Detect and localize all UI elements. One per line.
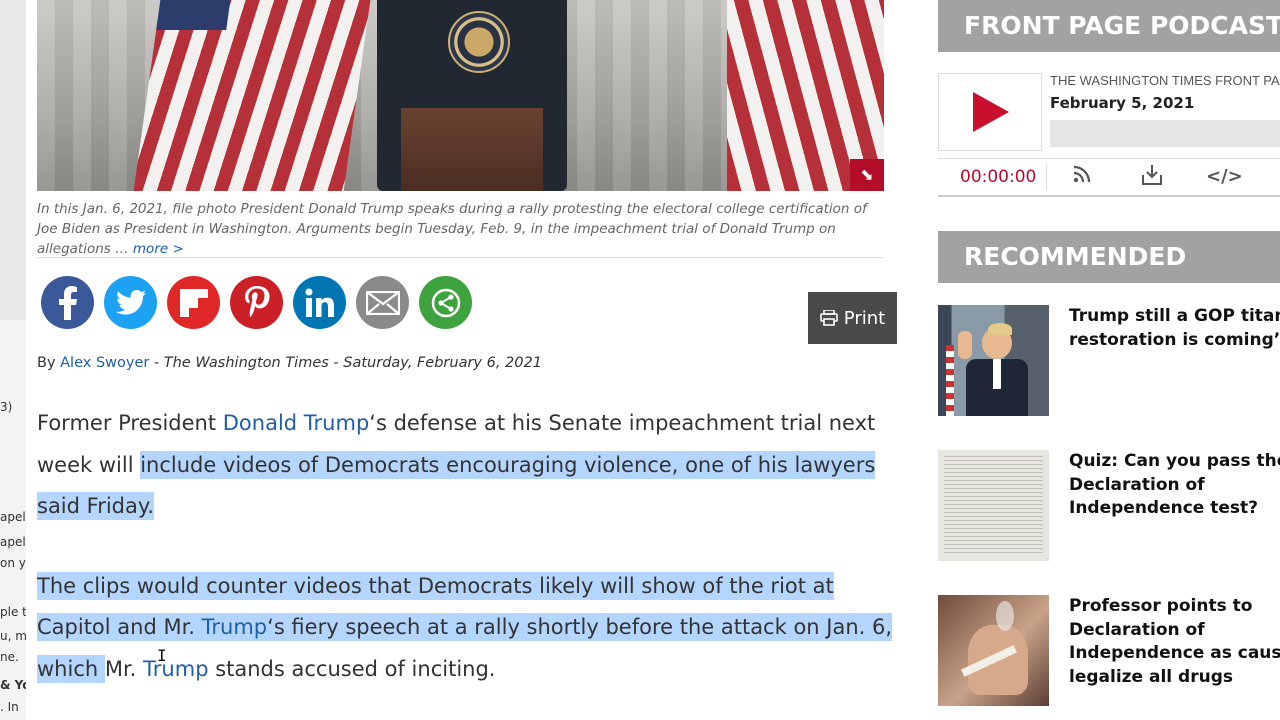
trump-link[interactable]: Trump [143, 657, 208, 681]
flipboard-share-button[interactable] [167, 276, 220, 329]
episode-date: February 5, 2021 [1050, 94, 1195, 112]
divider [1046, 164, 1047, 190]
recommended-item[interactable]: Quiz: Can you pass the Declaration of In… [938, 450, 1280, 562]
playback-time: 00:00:00 [960, 167, 1037, 187]
article-paragraph: Former President Donald Trump‘s defense … [37, 403, 897, 528]
hero-photo[interactable]: ⬊ [37, 0, 884, 191]
divider [37, 257, 884, 258]
byline-dash: - [149, 355, 164, 371]
bg-text: apel [0, 535, 26, 549]
recommended-header: RECOMMENDED [938, 231, 1280, 283]
bg-text: ne. [0, 650, 19, 664]
photo-caption: In this Jan. 6, 2021, file photo Preside… [37, 199, 887, 259]
player-controls: 00:00:00 </> [938, 158, 1280, 197]
rss-icon[interactable] [1068, 164, 1096, 190]
print-label: Print [843, 307, 886, 329]
donald-trump-link[interactable]: Donald Trump [223, 411, 370, 435]
bg-text: . In [0, 700, 19, 714]
selected-text[interactable]: include videos of Democrats encouraging … [37, 450, 876, 520]
email-icon [365, 290, 400, 315]
recommended-title[interactable]: Professor points to Declaration of Indep… [1069, 595, 1280, 689]
play-icon [973, 92, 1009, 132]
article-body: Former President Donald Trump‘s defense … [37, 403, 897, 720]
background-window-panel: 3) apel apel on y ple t u, m ne. & Yo . … [0, 320, 27, 720]
podcast-header: FRONT PAGE PODCAST [938, 0, 1280, 52]
article-paragraph: The clips would counter videos that Demo… [37, 566, 897, 691]
title-line: Professor points to [1069, 596, 1253, 616]
share-more-icon [431, 288, 460, 317]
bg-text: on y [0, 556, 26, 570]
embed-code-icon[interactable]: </> [1206, 164, 1243, 190]
bg-text: apel [0, 510, 26, 524]
bg-text: u, m [0, 629, 26, 643]
trump-link[interactable]: Trump [202, 615, 267, 639]
linkedin-share-button[interactable] [293, 276, 346, 329]
more-share-button[interactable] [419, 276, 472, 329]
recommended-thumbnail[interactable] [938, 595, 1049, 706]
recommended-title[interactable]: Quiz: Can you pass the Declaration of In… [1069, 450, 1280, 521]
publish-date: Saturday, February 6, 2021 [343, 355, 542, 371]
bg-text: ple t [0, 605, 26, 619]
recommended-thumbnail[interactable] [938, 450, 1049, 561]
caption-more-link[interactable]: more > [133, 241, 184, 257]
title-line: Declaration of [1069, 474, 1205, 495]
sidebar: FRONT PAGE PODCAST THE WASHINGTON TIMES … [938, 0, 1280, 720]
progress-bar[interactable] [1050, 120, 1280, 147]
linkedin-icon [305, 288, 334, 317]
podcast-series: THE WASHINGTON TIMES FRONT PAGE [1050, 73, 1280, 88]
facebook-share-button[interactable] [41, 276, 94, 329]
play-button[interactable] [938, 73, 1042, 151]
byline-dash: - [328, 355, 344, 371]
title-line: Trump still a GOP titan [1069, 306, 1280, 326]
title-line: Independence as caus [1069, 643, 1280, 663]
article-page: ⬊ In this Jan. 6, 2021, file photo Presi… [26, 0, 1280, 720]
email-share-button[interactable] [356, 276, 409, 329]
podium-front [401, 108, 543, 191]
text-run: Mr. [104, 656, 144, 681]
presidential-seal [448, 11, 510, 73]
expand-arrow-icon[interactable]: ⬊ [850, 159, 884, 191]
bg-text: & Yo [0, 678, 26, 692]
print-button[interactable]: Print [808, 292, 897, 344]
flag-left [133, 0, 371, 191]
text-run: stands accused of inciting. [208, 656, 496, 681]
recommended-thumbnail[interactable] [938, 305, 1049, 416]
title-line: restoration is coming’ [1069, 329, 1280, 350]
text-run: Former President [37, 411, 223, 435]
pinterest-icon [244, 285, 269, 317]
download-icon[interactable] [1138, 164, 1166, 190]
pinterest-share-button[interactable] [230, 276, 283, 329]
twitter-icon [115, 289, 146, 315]
byline-by: By [37, 355, 56, 371]
recommended-item[interactable]: Professor points to Declaration of Indep… [938, 595, 1280, 707]
author-link[interactable]: Alex Swoyer [60, 355, 149, 371]
text-cursor-icon: I [157, 646, 167, 665]
title-line: legalize all drugs [1069, 666, 1233, 687]
facebook-icon [58, 285, 77, 320]
title-line: Independence test? [1069, 498, 1259, 518]
title-line: Quiz: Can you pass the [1069, 451, 1280, 471]
publication-name: The Washington Times [163, 355, 329, 371]
recommended-title[interactable]: Trump still a GOP titan restoration is c… [1069, 305, 1280, 352]
bg-text: 3) [0, 400, 13, 414]
podcast-player: THE WASHINGTON TIMES FRONT PAGE February… [938, 70, 1280, 198]
recommended-item[interactable]: Trump still a GOP titan restoration is c… [938, 305, 1280, 417]
byline: By Alex Swoyer - The Washington Times - … [37, 355, 542, 371]
printer-icon [819, 310, 838, 326]
title-line: Declaration of [1069, 619, 1205, 640]
flipboard-icon [179, 288, 208, 317]
twitter-share-button[interactable] [104, 276, 157, 329]
